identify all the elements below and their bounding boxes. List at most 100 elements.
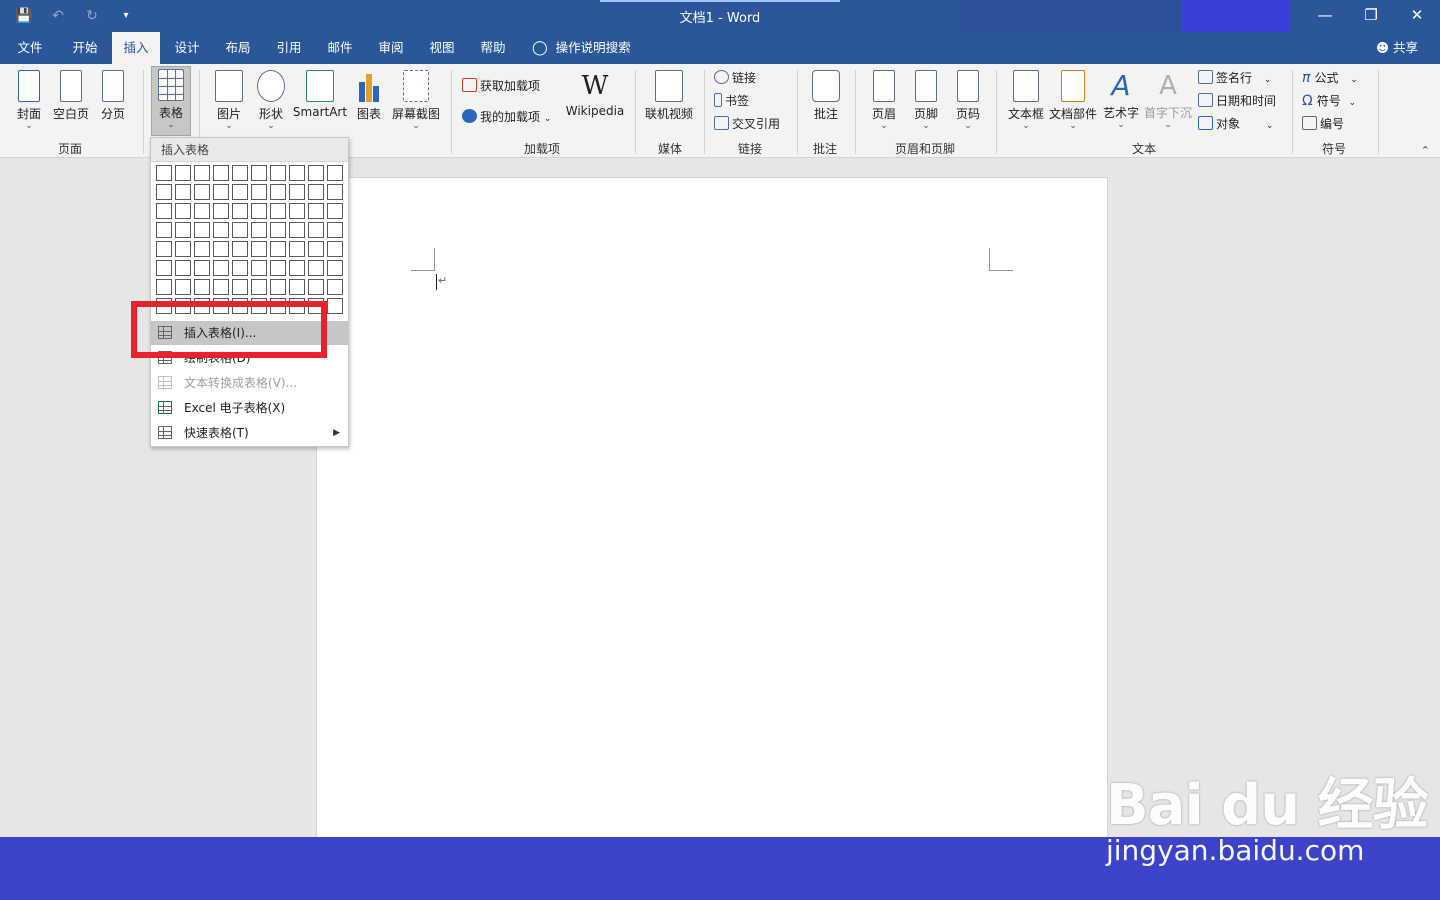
undo-icon[interactable]: ↶ bbox=[48, 6, 68, 26]
quick-tables-menu-item[interactable]: 快速表格(T) ▶ bbox=[151, 421, 348, 445]
cover-page-button[interactable]: 封面 ⌄ bbox=[10, 68, 48, 132]
table-grid-cell[interactable] bbox=[213, 165, 229, 181]
share-button[interactable]: ☻ 共享 bbox=[1376, 32, 1418, 63]
table-grid-cell[interactable] bbox=[194, 222, 210, 238]
table-grid-cell[interactable] bbox=[213, 222, 229, 238]
table-grid-cell[interactable] bbox=[175, 184, 191, 200]
table-button[interactable]: 表格 ⌄ bbox=[151, 66, 191, 136]
excel-spreadsheet-menu-item[interactable]: Excel 电子表格(X) bbox=[151, 396, 348, 420]
table-grid-cell[interactable] bbox=[327, 203, 343, 219]
tab-file[interactable]: 文件 bbox=[10, 32, 50, 64]
pictures-button[interactable]: 图片 ⌄ bbox=[210, 68, 248, 132]
table-grid-cell[interactable] bbox=[308, 279, 324, 295]
table-grid-cell[interactable] bbox=[270, 260, 286, 276]
tab-home[interactable]: 开始 bbox=[64, 32, 106, 64]
blank-page-button[interactable]: 空白页 bbox=[50, 68, 92, 132]
table-grid-cell[interactable] bbox=[156, 260, 172, 276]
table-grid-cell[interactable] bbox=[175, 165, 191, 181]
quick-parts-button[interactable]: 文档部件 ⌄ bbox=[1048, 68, 1098, 132]
table-grid-cell[interactable] bbox=[232, 203, 248, 219]
close-icon[interactable]: ✕ bbox=[1394, 0, 1440, 32]
object-button[interactable]: 对象 ⌄ bbox=[1198, 114, 1273, 134]
symbol-button[interactable]: Ω 符号 ⌄ bbox=[1302, 91, 1356, 111]
date-time-button[interactable]: 日期和时间 bbox=[1198, 91, 1276, 111]
page-break-button[interactable]: 分页 bbox=[96, 68, 130, 132]
table-grid-cell[interactable] bbox=[327, 184, 343, 200]
header-button[interactable]: 页眉 ⌄ bbox=[866, 68, 902, 132]
online-video-button[interactable]: 联机视频 bbox=[643, 68, 695, 132]
table-grid-cell[interactable] bbox=[213, 241, 229, 257]
table-grid-cell[interactable] bbox=[289, 222, 305, 238]
tab-references[interactable]: 引用 bbox=[268, 32, 310, 64]
textbox-button[interactable]: 文本框 ⌄ bbox=[1006, 68, 1046, 132]
equation-button[interactable]: π 公式 ⌄ bbox=[1302, 68, 1358, 88]
table-grid-cell[interactable] bbox=[251, 279, 267, 295]
table-grid-cell[interactable] bbox=[194, 165, 210, 181]
drop-cap-button[interactable]: A 首字下沉 ⌄ bbox=[1142, 68, 1194, 132]
table-grid-cell[interactable] bbox=[213, 260, 229, 276]
table-grid-cell[interactable] bbox=[327, 279, 343, 295]
tab-insert[interactable]: 插入 bbox=[112, 32, 160, 64]
table-grid-cell[interactable] bbox=[156, 165, 172, 181]
customize-icon[interactable]: ▾ bbox=[116, 6, 136, 26]
table-grid-cell[interactable] bbox=[251, 222, 267, 238]
table-grid-cell[interactable] bbox=[232, 260, 248, 276]
table-grid-cell[interactable] bbox=[270, 165, 286, 181]
table-grid-cell[interactable] bbox=[308, 260, 324, 276]
tell-me-search[interactable]: ◯ 操作说明搜索 bbox=[532, 32, 631, 64]
page-number-button[interactable]: 页码 ⌄ bbox=[950, 68, 986, 132]
wikipedia-button[interactable]: W Wikipedia bbox=[564, 68, 626, 132]
table-grid-cell[interactable] bbox=[289, 279, 305, 295]
table-grid-cell[interactable] bbox=[270, 241, 286, 257]
table-grid-cell[interactable] bbox=[175, 279, 191, 295]
table-grid-cell[interactable] bbox=[289, 203, 305, 219]
signature-line-button[interactable]: 签名行 ⌄ bbox=[1198, 68, 1271, 88]
cross-reference-button[interactable]: 交叉引用 bbox=[714, 114, 780, 134]
table-grid-cell[interactable] bbox=[251, 241, 267, 257]
table-grid-cell[interactable] bbox=[175, 260, 191, 276]
table-grid-cell[interactable] bbox=[308, 165, 324, 181]
restore-icon[interactable]: ❐ bbox=[1348, 0, 1394, 32]
table-grid-cell[interactable] bbox=[213, 203, 229, 219]
table-grid-cell[interactable] bbox=[213, 184, 229, 200]
minimize-icon[interactable]: — bbox=[1302, 0, 1348, 32]
table-grid-cell[interactable] bbox=[327, 298, 343, 314]
table-grid-cell[interactable] bbox=[270, 203, 286, 219]
smartart-button[interactable]: SmartArt bbox=[292, 68, 348, 132]
collapse-ribbon-icon[interactable]: ⌃ bbox=[1421, 144, 1430, 157]
table-grid-cell[interactable] bbox=[175, 241, 191, 257]
number-button[interactable]: 编号 bbox=[1302, 114, 1344, 134]
table-grid-cell[interactable] bbox=[213, 279, 229, 295]
table-grid-cell[interactable] bbox=[251, 203, 267, 219]
table-grid-cell[interactable] bbox=[327, 241, 343, 257]
table-grid-cell[interactable] bbox=[270, 222, 286, 238]
table-grid-cell[interactable] bbox=[156, 222, 172, 238]
table-grid-cell[interactable] bbox=[327, 260, 343, 276]
table-grid-cell[interactable] bbox=[289, 241, 305, 257]
table-grid-cell[interactable] bbox=[308, 241, 324, 257]
table-grid-cell[interactable] bbox=[156, 279, 172, 295]
my-addins-button[interactable]: 我的加载项 ⌄ bbox=[462, 107, 551, 127]
table-grid-cell[interactable] bbox=[232, 184, 248, 200]
table-grid-cell[interactable] bbox=[289, 260, 305, 276]
tab-layout[interactable]: 布局 bbox=[217, 32, 259, 64]
bookmark-button[interactable]: 书签 bbox=[714, 91, 749, 111]
table-grid-cell[interactable] bbox=[270, 184, 286, 200]
table-grid-cell[interactable] bbox=[251, 165, 267, 181]
link-button[interactable]: 链接 bbox=[714, 68, 756, 88]
table-grid-cell[interactable] bbox=[194, 241, 210, 257]
table-grid-cell[interactable] bbox=[232, 241, 248, 257]
table-grid-cell[interactable] bbox=[194, 260, 210, 276]
table-grid-cell[interactable] bbox=[175, 203, 191, 219]
comment-button[interactable]: 批注 bbox=[806, 68, 846, 132]
save-icon[interactable]: 💾 bbox=[14, 6, 34, 26]
chart-button[interactable]: 图表 bbox=[352, 68, 386, 132]
tab-help[interactable]: 帮助 bbox=[472, 32, 514, 64]
table-grid-cell[interactable] bbox=[289, 165, 305, 181]
table-grid-cell[interactable] bbox=[308, 203, 324, 219]
table-grid-cell[interactable] bbox=[175, 222, 191, 238]
table-grid-cell[interactable] bbox=[308, 184, 324, 200]
tab-review[interactable]: 审阅 bbox=[370, 32, 412, 64]
table-grid-cell[interactable] bbox=[251, 184, 267, 200]
table-grid-cell[interactable] bbox=[232, 279, 248, 295]
